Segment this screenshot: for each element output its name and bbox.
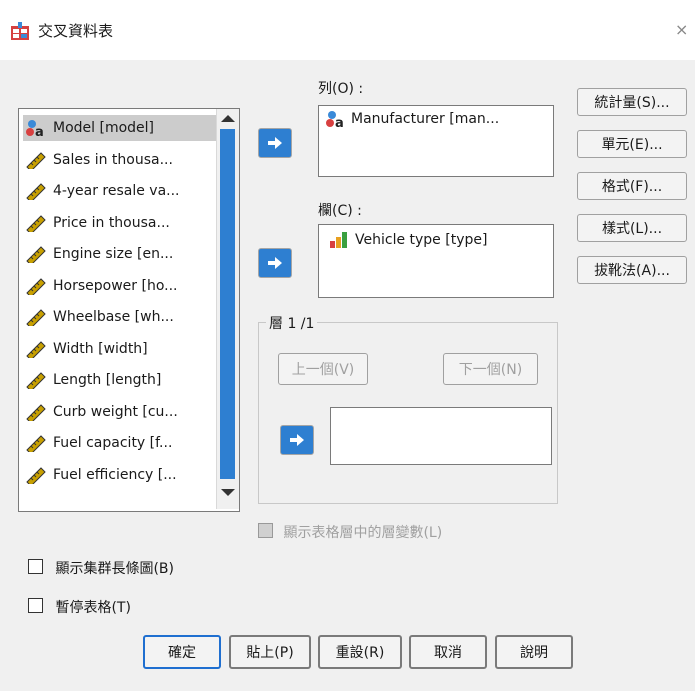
variable-list-item[interactable]: Sales in thousa... (25, 147, 220, 173)
clustered-bar-checkbox[interactable] (28, 559, 43, 574)
format-button[interactable]: 格式(F)... (577, 172, 687, 200)
layer-box[interactable] (330, 407, 552, 465)
scroll-thumb[interactable] (220, 129, 235, 479)
scale-icon (25, 151, 47, 172)
columns-label: 欄(C) : (318, 203, 362, 219)
show-layer-vars-label: 顯示表格層中的層變數(L) (283, 525, 443, 541)
title-bar: 交叉資料表 × (0, 6, 695, 60)
variable-list-item[interactable]: Engine size [en... (25, 241, 220, 267)
variable-label: Engine size [en... (53, 246, 174, 262)
variable-label: Price in thousa... (53, 214, 170, 231)
columns-box[interactable]: Vehicle type [type] (318, 224, 554, 298)
variable-label: Curb weight [cu... (53, 403, 178, 420)
scale-icon (25, 371, 47, 392)
variable-label: Length [length] (53, 372, 162, 388)
scale-icon (25, 182, 47, 203)
variable-list-item[interactable]: Fuel capacity [f... (25, 430, 220, 456)
variable-list-item[interactable]: Horsepower [ho... (25, 273, 220, 299)
paste-button[interactable]: 貼上(P) (229, 635, 311, 669)
variable-list-item[interactable]: Price in thousa... (25, 210, 220, 236)
arrow-right-icon (268, 257, 282, 269)
scale-icon (25, 308, 47, 329)
cancel-button[interactable]: 取消 (409, 635, 487, 669)
style-button[interactable]: 樣式(L)... (577, 214, 687, 242)
variable-label: Sales in thousa... (53, 151, 173, 168)
window-title: 交叉資料表 (38, 22, 114, 40)
scale-icon (25, 245, 47, 266)
rows-item-label: Manufacturer [man... (351, 111, 500, 127)
move-to-columns-button[interactable] (258, 248, 292, 278)
rows-box[interactable]: a Manufacturer [man... (318, 105, 554, 177)
nominal-icon: a (326, 111, 344, 131)
columns-item[interactable]: Vehicle type [type] (329, 231, 487, 249)
rows-label: 列(O) : (318, 81, 364, 97)
variable-list-item[interactable]: Fuel efficiency [... (25, 462, 220, 488)
previous-layer-button[interactable]: 上一個(V) (278, 353, 368, 385)
statistics-button[interactable]: 統計量(S)... (577, 88, 687, 116)
suppress-tables-option[interactable]: 暫停表格(T) (28, 597, 131, 617)
arrow-right-icon (268, 137, 282, 149)
scale-icon (25, 277, 47, 298)
list-scrollbar[interactable] (216, 109, 239, 509)
columns-item-label: Vehicle type [type] (355, 232, 488, 248)
scale-icon (25, 434, 47, 455)
variable-label: Fuel capacity [f... (53, 435, 173, 451)
bootstrap-button[interactable]: 拔靴法(A)... (577, 256, 687, 284)
ok-button[interactable]: 確定 (143, 635, 221, 669)
scale-icon (25, 340, 47, 361)
clustered-bar-label: 顯示集群長條圖(B) (55, 561, 174, 577)
source-variable-list[interactable]: a Model [model] Sales in thousa... 4-year r… (18, 108, 240, 512)
show-layer-vars-checkbox[interactable] (258, 523, 273, 538)
variable-label: Model [model] (53, 120, 155, 136)
variable-list-item[interactable]: 4-year resale va... (25, 178, 220, 204)
scale-icon (25, 466, 47, 487)
variable-list-item[interactable]: Curb weight [cu... (25, 399, 220, 425)
move-to-layer-button[interactable] (280, 425, 314, 455)
scroll-up-icon[interactable] (221, 115, 235, 122)
crosstabs-icon (11, 22, 29, 40)
suppress-tables-label: 暫停表格(T) (55, 600, 131, 616)
variable-label: Horsepower [ho... (53, 277, 178, 294)
rows-item[interactable]: a Manufacturer [man... (325, 110, 500, 131)
svg-text:a: a (35, 125, 44, 137)
arrow-right-icon (290, 434, 304, 446)
variable-list-item[interactable]: Width [width] (25, 336, 220, 362)
suppress-tables-checkbox[interactable] (28, 598, 43, 613)
scroll-down-icon[interactable] (221, 489, 235, 496)
scale-icon (25, 403, 47, 424)
ordinal-icon (330, 232, 347, 248)
variable-label: Wheelbase [wh... (53, 309, 174, 325)
variable-label: Fuel efficiency [... (53, 466, 177, 483)
close-icon[interactable]: × (675, 20, 688, 39)
clustered-bar-option[interactable]: 顯示集群長條圖(B) (28, 558, 174, 578)
variable-label: Width [width] (53, 340, 148, 357)
show-layer-vars-option[interactable]: 顯示表格層中的層變數(L) (258, 522, 442, 542)
scale-icon (25, 214, 47, 235)
variable-list-item[interactable]: Wheelbase [wh... (25, 304, 220, 330)
variable-label: 4-year resale va... (53, 183, 180, 199)
svg-text:a: a (335, 116, 344, 128)
variable-list-item[interactable]: Length [length] (25, 367, 220, 393)
variable-list-item[interactable]: a Model [model] (23, 115, 216, 141)
layer-label: 層 1 /1 (266, 313, 318, 333)
nominal-icon: a (25, 119, 47, 140)
cells-button[interactable]: 單元(E)... (577, 130, 687, 158)
next-layer-button[interactable]: 下一個(N) (443, 353, 538, 385)
help-button[interactable]: 說明 (495, 635, 573, 669)
reset-button[interactable]: 重設(R) (318, 635, 402, 669)
move-to-rows-button[interactable] (258, 128, 292, 158)
